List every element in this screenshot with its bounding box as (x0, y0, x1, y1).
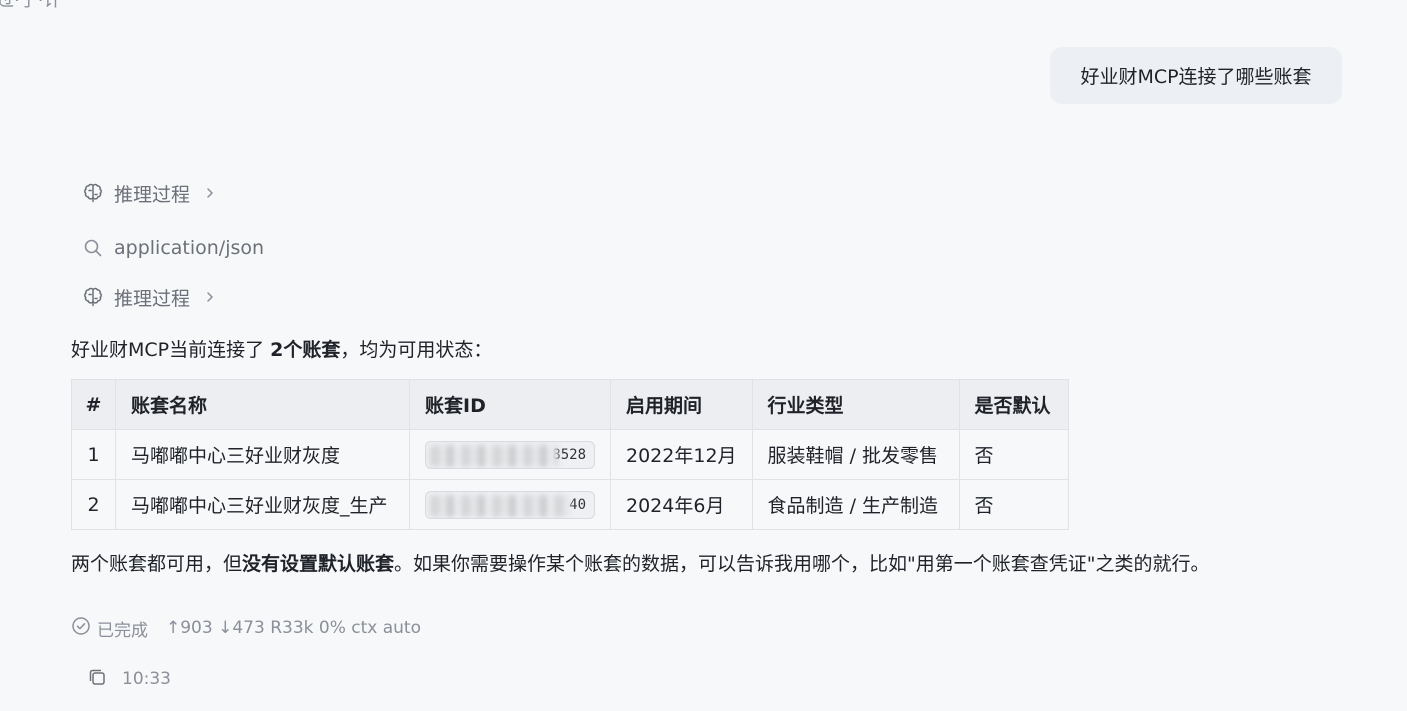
user-message-text: 好业财MCP连接了哪些账套 (1080, 66, 1312, 88)
outro-bold: 没有设置默认账套 (242, 553, 395, 575)
account-id-code: 40 (425, 490, 595, 519)
message-footer: 10:33 (86, 666, 171, 692)
chevron-right-icon (204, 186, 216, 200)
reasoning-step-toggle[interactable]: 推理过程 (82, 179, 216, 207)
chat-page: 过·了·计 好业财MCP连接了哪些账套 推理过程 application/jso… (0, 0, 1407, 711)
user-message-bubble: 好业财MCP连接了哪些账套 (1050, 47, 1342, 104)
table-header-row: # 账套名称 账套ID 启用期间 行业类型 是否默认 (71, 379, 1069, 430)
header-is-default: 是否默认 (958, 379, 1069, 430)
header-num: # (71, 379, 116, 430)
chevron-right-icon (204, 290, 216, 304)
status-label: 已完成 (97, 620, 148, 641)
reasoning-step-label: 推理过程 (114, 287, 191, 310)
tool-call-step[interactable]: application/json (82, 234, 264, 262)
row-account-id-cell: 8528 (409, 429, 611, 480)
header-industry: 行业类型 (751, 379, 960, 430)
redacted-blur (430, 444, 558, 467)
token-stats: ↑903 ↓473 R33k 0% ctx auto (166, 618, 421, 638)
header-start-period: 启用期间 (610, 379, 753, 430)
brain-icon (82, 182, 104, 204)
answer-outro: 两个账套都可用，但没有设置默认账套。如果你需要操作某个账套的数据，可以告诉我用哪… (71, 549, 1210, 576)
outro-prefix: 两个账套都可用，但 (71, 553, 243, 575)
outro-suffix: 。如果你需要操作某个账套的数据，可以告诉我用哪个，比如"用第一个账套查凭证"之类… (394, 553, 1210, 575)
row-industry: 服装鞋帽 / 批发零售 (751, 429, 960, 480)
account-id-suffix: 40 (569, 496, 586, 513)
row-is-default: 否 (958, 429, 1069, 480)
table-row: 1 马嘟嘟中心三好业财灰度 8528 2022年12月 服装鞋帽 / 批发零售 … (71, 429, 1069, 480)
reasoning-step-label: 推理过程 (114, 183, 191, 206)
intro-suffix: ，均为可用状态： (340, 339, 493, 361)
message-time: 10:33 (122, 669, 171, 689)
row-start-period: 2024年6月 (610, 479, 753, 530)
accounts-table: # 账套名称 账套ID 启用期间 行业类型 是否默认 1 马嘟嘟中心三好业财灰度… (71, 379, 1069, 530)
row-num: 1 (71, 429, 116, 480)
intro-prefix: 好业财MCP当前连接了 (71, 339, 271, 361)
account-id-code: 8528 (425, 440, 595, 469)
answer-intro: 好业财MCP当前连接了 2个账套，均为可用状态： (71, 335, 492, 362)
row-account-name: 马嘟嘟中心三好业财灰度_生产 (115, 479, 410, 530)
row-num: 2 (71, 479, 116, 530)
brain-icon (82, 286, 104, 308)
header-account-id: 账套ID (409, 379, 611, 430)
row-start-period: 2022年12月 (610, 429, 753, 480)
check-circle-icon (71, 616, 91, 641)
row-account-name: 马嘟嘟中心三好业财灰度 (115, 429, 410, 480)
redacted-blur (430, 494, 570, 517)
completion-status: 已完成 ↑903 ↓473 R33k 0% ctx auto (71, 615, 421, 641)
row-industry: 食品制造 / 生产制造 (751, 479, 960, 530)
table-row: 2 马嘟嘟中心三好业财灰度_生产 40 2024年6月 食品制造 / 生产制造 … (71, 479, 1069, 530)
tool-call-label: application/json (114, 237, 265, 259)
reasoning-step-toggle[interactable]: 推理过程 (82, 283, 216, 311)
row-is-default: 否 (958, 479, 1069, 530)
previous-message-fragment: 过·了·计 (0, 0, 62, 11)
header-account-name: 账套名称 (115, 379, 410, 430)
intro-bold: 2个账套 (270, 339, 341, 361)
row-account-id-cell: 40 (409, 479, 611, 530)
search-icon (82, 237, 104, 259)
copy-icon[interactable] (86, 666, 108, 693)
